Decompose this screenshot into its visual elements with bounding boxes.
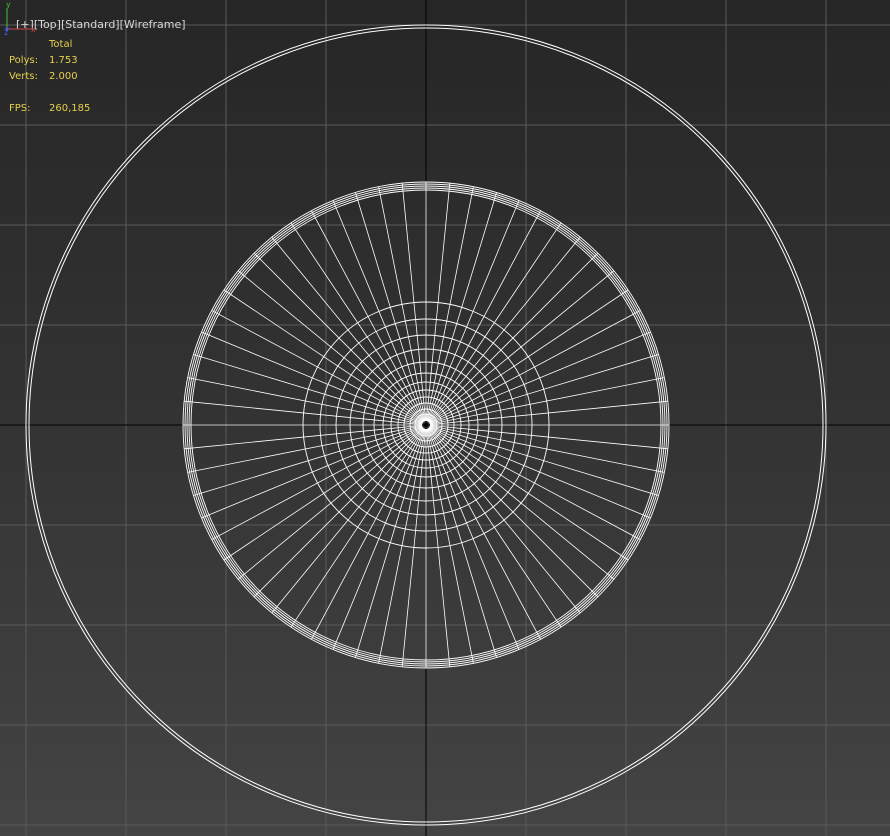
disk-spoke-edge [332, 200, 425, 422]
viewport-canvas[interactable] [0, 0, 890, 836]
disk-spoke-edge [211, 310, 423, 424]
disk-spoke-edge [201, 331, 423, 424]
disk-spoke-edge [429, 426, 651, 519]
disk-wireframe[interactable] [182, 181, 670, 669]
disk-spoke-edge [427, 428, 541, 640]
disk-spoke-edge [253, 427, 424, 598]
disk-spoke-edge [429, 377, 665, 425]
gizmo-z-label: z [4, 28, 8, 36]
verts-label: Verts: [9, 71, 38, 82]
disk-spoke-edge [271, 236, 424, 423]
top-viewport[interactable]: [+][Top][Standard][Wireframe] Total Poly… [0, 0, 890, 836]
disk-spoke-edge [428, 236, 581, 423]
disk-spoke-edge [426, 186, 474, 422]
verts-value: 2.000 [49, 71, 78, 82]
disk-spoke-edge [428, 427, 615, 580]
grid-lines [0, 0, 890, 836]
disk-spoke-edge [429, 331, 651, 424]
disk-spoke-edge [429, 310, 641, 424]
fps-label: FPS: [9, 103, 31, 114]
disk-spoke-edge [427, 210, 541, 422]
disk-spoke-edge [427, 428, 520, 650]
disk-spoke-edge [428, 252, 599, 423]
pivot-point [423, 422, 429, 428]
polys-label: Polys: [9, 55, 39, 66]
disk-spoke-edge [253, 252, 424, 423]
disk-spoke-edge [332, 428, 425, 650]
disk-spoke-edge [311, 428, 425, 640]
disk-spoke-edge [311, 210, 425, 422]
gizmo-y-label: y [6, 0, 11, 9]
disk-spoke-edge [237, 270, 424, 423]
disk-spoke-edge [427, 200, 520, 422]
viewport-shading-standard[interactable]: [Standard] [61, 18, 120, 31]
disk-spoke-edge [271, 427, 424, 614]
disk-spoke-edge [428, 427, 581, 614]
disk-spoke-edge [429, 425, 665, 473]
disk-spoke-edge [187, 377, 423, 425]
fps-value: 260,185 [49, 103, 91, 114]
stats-header: Total [49, 39, 73, 50]
disk-spoke-edge [187, 425, 423, 473]
gizmo-x-label: x [31, 25, 36, 34]
axis-gizmo: y z x [4, 0, 36, 36]
disk-spoke-edge [237, 427, 424, 580]
disk-spoke-edge [378, 186, 426, 422]
disk-spoke-edge [211, 426, 423, 540]
viewport-shading-wireframe[interactable]: [Wireframe] [120, 18, 186, 31]
disk-spoke-edge [201, 426, 423, 519]
disk-spoke-edge [426, 428, 474, 664]
disk-spoke-edge [429, 426, 641, 540]
disk-spoke-edge [428, 427, 599, 598]
polys-value: 1.753 [49, 55, 78, 66]
disk-spoke-edge [428, 270, 615, 423]
disk-spoke-edge [378, 428, 426, 664]
